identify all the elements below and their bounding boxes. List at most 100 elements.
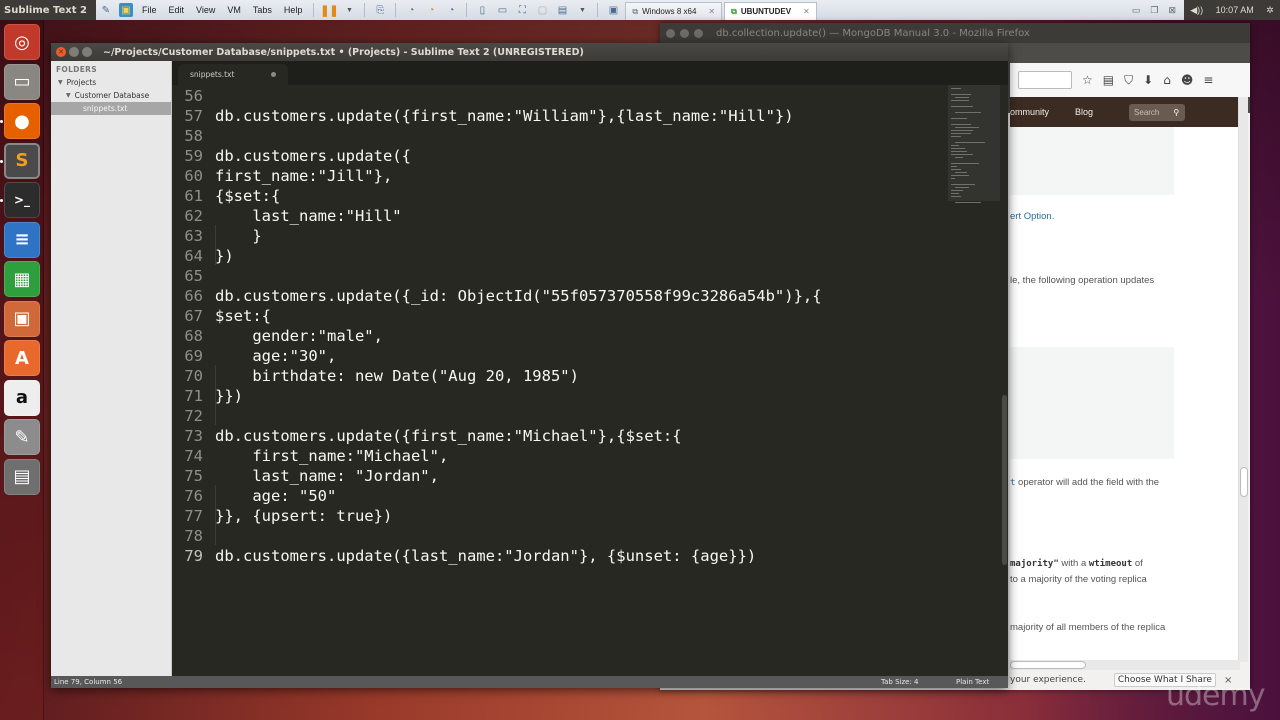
pin-icon[interactable]: ✎ — [99, 3, 113, 17]
expand-triangle-icon[interactable]: ▼ — [66, 92, 71, 99]
maximize-icon[interactable] — [82, 47, 92, 57]
launcher-software-center[interactable]: A — [4, 340, 40, 376]
launcher-terminal[interactable]: >_ — [4, 182, 40, 218]
line-text[interactable]: last_name: "Jordan", — [215, 467, 439, 485]
code-line[interactable]: 79 db.customers.update({last_name:"Jordan… — [172, 546, 948, 566]
code-line[interactable]: 62 last_name:"Hill" — [172, 206, 948, 226]
code-line[interactable]: 58 — [172, 126, 948, 146]
close-icon[interactable]: ⊠ — [1168, 5, 1176, 16]
nav-blog[interactable]: Blog — [1075, 107, 1093, 117]
hamburger-menu-icon[interactable]: ≡ — [1203, 73, 1213, 87]
line-text[interactable]: }}) — [215, 387, 243, 405]
code-line[interactable]: 76 age: "50" — [172, 486, 948, 506]
unity-icon[interactable]: ▢ — [535, 3, 549, 17]
vm-tab-ubuntudev[interactable]: ⧉ UBUNTUDEV ✕ — [724, 2, 817, 20]
send-ctrl-alt-del-icon[interactable]: ⎘ — [373, 3, 387, 17]
restore-icon[interactable]: ❐ — [1150, 5, 1158, 16]
close-icon[interactable] — [666, 28, 675, 38]
code-line[interactable]: 57 db.customers.update({first_name:"Willi… — [172, 106, 948, 126]
revert-snapshot-icon[interactable]: ◔ — [424, 3, 438, 17]
code-line[interactable]: 69 age:"30", — [172, 346, 948, 366]
line-text[interactable]: db.customers.update({last_name:"Jordan"}… — [215, 547, 756, 565]
pause-icon[interactable]: ❚❚ — [320, 3, 338, 17]
line-text[interactable]: {$set:{ — [215, 187, 280, 205]
code-line[interactable]: 72 — [172, 406, 948, 426]
nav-community[interactable]: ommunity — [1010, 107, 1049, 117]
menu-edit[interactable]: Edit — [169, 5, 185, 15]
volume-icon[interactable]: ◀)) — [1190, 5, 1203, 16]
minimap[interactable] — [948, 85, 1000, 676]
launcher-files[interactable]: ▭ — [4, 63, 40, 100]
line-text[interactable]: db.customers.update({first_name:"William… — [215, 107, 794, 125]
line-text[interactable]: $set:{ — [215, 307, 271, 325]
fullscreen-icon[interactable]: ⛶ — [515, 3, 529, 17]
menu-view[interactable]: View — [196, 5, 215, 15]
code-line[interactable]: 56 — [172, 86, 948, 106]
line-text[interactable]: first_name:"Michael", — [215, 447, 448, 465]
line-text[interactable]: }}, {upsert: true}) — [215, 507, 392, 525]
launcher-amazon[interactable]: a — [4, 379, 40, 416]
code-line[interactable]: 63 } — [172, 226, 948, 246]
code-line[interactable]: 74 first_name:"Michael", — [172, 446, 948, 466]
scrollbar-thumb[interactable] — [1002, 395, 1007, 565]
launcher-sublime-text[interactable]: S — [4, 142, 40, 179]
launcher-save-disk[interactable]: ▤ — [4, 458, 40, 495]
vm-tab-windows8[interactable]: ⧉ Windows 8 x64 ✕ — [625, 2, 723, 20]
dropdown-arrow-icon[interactable]: ▼ — [342, 3, 356, 17]
pocket-icon[interactable]: ⛉ — [1124, 73, 1133, 88]
console-view-icon[interactable]: ▤ — [555, 3, 569, 17]
sublime-text-window[interactable]: ✕ ~/Projects/Customer Database/snippets.… — [51, 43, 1008, 688]
file-snippets-txt[interactable]: snippets.txt — [51, 102, 171, 115]
tabs-view-icon[interactable]: ▣ — [606, 3, 620, 17]
snapshot-manager-icon[interactable]: ◔ — [444, 3, 458, 17]
close-icon[interactable]: ✕ — [803, 7, 810, 16]
launcher-system-settings[interactable]: ✎ — [4, 419, 40, 455]
line-text[interactable]: db.customers.update({_id: ObjectId("55f0… — [215, 287, 822, 305]
scrollbar-thumb[interactable] — [1240, 467, 1248, 497]
bookmark-star-icon[interactable]: ☆ — [1082, 73, 1093, 87]
code-line[interactable]: 68 gender:"male", — [172, 326, 948, 346]
menu-tabs[interactable]: Tabs — [253, 5, 272, 15]
dropdown-arrow-icon[interactable]: ▼ — [575, 3, 589, 17]
code-line[interactable]: 61 {$set:{ — [172, 186, 948, 206]
line-text[interactable]: gender:"male", — [215, 327, 383, 345]
folder-projects[interactable]: ▼ Projects — [51, 76, 171, 89]
code-line[interactable]: 60 first_name:"Jill"}, — [172, 166, 948, 186]
line-text[interactable]: } — [215, 227, 261, 245]
menu-help[interactable]: Help — [284, 5, 303, 15]
code-line[interactable]: 71}}) — [172, 386, 948, 406]
minimize-icon[interactable] — [69, 47, 79, 57]
line-text[interactable]: first_name:"Jill"}, — [215, 167, 392, 185]
tab-snippets-txt[interactable]: snippets.txt — [178, 64, 288, 85]
line-text[interactable]: last_name:"Hill" — [215, 207, 401, 225]
code-line[interactable]: 70 birthdate: new Date("Aug 20, 1985") — [172, 366, 948, 386]
expand-triangle-icon[interactable]: ▼ — [58, 79, 63, 86]
thumbnail-icon[interactable]: ▭ — [495, 3, 509, 17]
code-line[interactable]: 64}) — [172, 246, 948, 266]
snapshot-icon[interactable]: ◔ — [404, 3, 418, 17]
menu-vm[interactable]: VM — [227, 5, 241, 15]
line-text[interactable]: db.customers.update({first_name:"Michael… — [215, 427, 682, 445]
code-line[interactable]: 75 last_name: "Jordan", — [172, 466, 948, 486]
launcher-libreoffice-writer[interactable]: ≡ — [4, 221, 40, 258]
launcher-libreoffice-calc[interactable]: ▦ — [4, 261, 40, 297]
page-vertical-scrollbar[interactable] — [1238, 97, 1248, 662]
line-text[interactable]: age: "50" — [215, 487, 336, 505]
maximize-icon[interactable] — [694, 28, 703, 38]
scrollbar-thumb[interactable] — [1010, 661, 1086, 669]
launcher-firefox[interactable]: ● — [4, 103, 40, 139]
minimize-icon[interactable]: ▭ — [1132, 5, 1141, 16]
line-text[interactable]: db.customers.update({ — [215, 147, 411, 165]
line-text[interactable]: birthdate: new Date("Aug 20, 1985") — [215, 367, 579, 385]
code-line[interactable]: 65 — [172, 266, 948, 286]
clock[interactable]: 10:07 AM — [1216, 5, 1254, 15]
line-text[interactable]: }) — [215, 247, 234, 265]
site-search[interactable]: Search ⚲ — [1129, 103, 1186, 121]
session-gear-icon[interactable]: ✲ — [1266, 5, 1274, 16]
launcher-ubuntu-dash[interactable]: ◎ — [4, 24, 40, 60]
code-line[interactable]: 66 db.customers.update({_id: ObjectId("55… — [172, 286, 948, 306]
unsaved-dot-icon[interactable] — [271, 72, 276, 77]
code-line[interactable]: 78 — [172, 526, 948, 546]
menu-file[interactable]: File — [142, 5, 157, 15]
minimize-icon[interactable] — [680, 28, 689, 38]
